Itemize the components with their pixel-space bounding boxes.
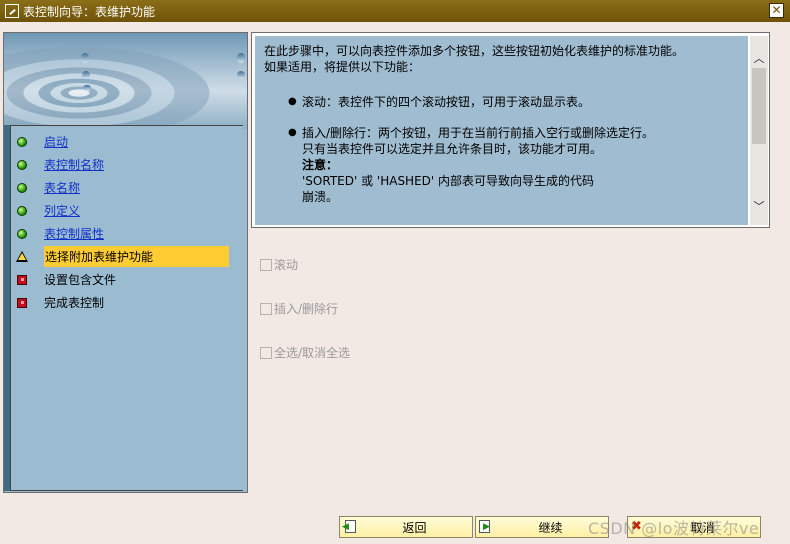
bullet-icon: ●: [288, 127, 297, 138]
step-table-control-name[interactable]: 表控制名称: [11, 153, 243, 176]
checkbox-label: 滚动: [274, 258, 299, 272]
water-drop-image: [4, 33, 247, 129]
note-text: 'SORTED' 或 'HASHED' 内部表可导致向导生成的代码: [302, 174, 595, 188]
step-table-name[interactable]: 表名称: [11, 176, 243, 199]
checkbox-label: 全选/取消全选: [274, 346, 351, 360]
back-arrow-icon: [342, 520, 357, 534]
step-label: 选择附加表维护功能: [44, 246, 229, 267]
note-label: 注意：: [302, 158, 339, 172]
window-title: 表控制向导：表维护功能: [23, 4, 156, 19]
step-done-icon: [15, 158, 29, 172]
close-button[interactable]: ✕: [769, 3, 784, 18]
bullet-text: 滚动：表控件下的四个滚动按钮，可用于滚动显示表。: [302, 95, 591, 109]
insert-delete-checkbox[interactable]: [260, 302, 272, 315]
bullet-insert-delete: ● 插入/删除行：两个按钮，用于在当前行前插入空行或删除选定行。 只有当表控件可…: [264, 125, 739, 205]
button-label: 返回: [402, 520, 427, 535]
step-done-icon: [15, 227, 29, 241]
water-drop-4: [237, 53, 245, 63]
note-text: 崩溃。: [302, 190, 339, 204]
description-text: 在此步骤中，可以向表控件添加多个按钮，这些按钮初始化表维护的标准功能。 如果适用…: [255, 36, 748, 225]
checkbox-label: 插入/删除行: [274, 302, 339, 316]
step-table-control-attributes[interactable]: 表控制属性: [11, 222, 243, 245]
bullet-icon: ●: [288, 96, 297, 107]
steps-list: 启动 表控制名称 表名称 列定义 表控制属性 选择附加表维护功能 设置包含文件: [10, 125, 243, 491]
forward-arrow-icon: [479, 520, 493, 534]
step-label[interactable]: 启动: [44, 133, 68, 150]
scroll-thumb[interactable]: [752, 68, 766, 144]
intro-text: 如果适用，将提供以下功能：: [264, 60, 421, 74]
step-label: 设置包含文件: [44, 273, 117, 287]
scroll-down-icon[interactable]: ﹀: [750, 198, 768, 216]
scroll-checkbox[interactable]: [260, 258, 272, 271]
scroll-up-icon[interactable]: ︿: [750, 50, 768, 68]
step-start[interactable]: 启动: [11, 130, 243, 153]
step-finish: 完成表控制: [11, 291, 243, 314]
step-label[interactable]: 表控制名称: [44, 156, 104, 173]
bullet-scroll: ● 滚动：表控件下的四个滚动按钮，可用于滚动显示表。: [264, 94, 739, 110]
step-label: 完成表控制: [44, 296, 105, 310]
step-pending-icon: [15, 296, 29, 310]
step-done-icon: [15, 204, 29, 218]
water-drop-5: [237, 71, 245, 79]
step-done-icon: [15, 181, 29, 195]
warning-triangle-icon: [15, 250, 29, 264]
edit-icon: [5, 4, 19, 18]
step-additional-functions: 选择附加表维护功能: [11, 245, 243, 268]
bullet-text: 只有当表控件可以选定并且允许条目时，该功能才可用。: [302, 142, 603, 156]
water-drop-2: [82, 71, 90, 79]
watermark: CSDN @lo波特莱尔ve: [588, 519, 760, 538]
scroll-option[interactable]: 滚动: [260, 256, 298, 273]
step-label[interactable]: 表名称: [44, 179, 80, 196]
description-panel: 在此步骤中，可以向表控件添加多个按钮，这些按钮初始化表维护的标准功能。 如果适用…: [251, 32, 770, 228]
description-scrollbar[interactable]: ︿ ﹀: [750, 36, 768, 225]
step-done-icon: [15, 135, 29, 149]
title-bar: 表控制向导：表维护功能 ✕: [0, 0, 790, 22]
select-all-option[interactable]: 全选/取消全选: [260, 344, 350, 361]
wizard-steps-panel: 启动 表控制名称 表名称 列定义 表控制属性 选择附加表维护功能 设置包含文件: [3, 32, 248, 493]
step-pending-icon: [15, 273, 29, 287]
insert-delete-option[interactable]: 插入/删除行: [260, 300, 338, 317]
water-drop-1: [81, 53, 89, 63]
step-label[interactable]: 列定义: [44, 202, 80, 219]
select-all-checkbox[interactable]: [260, 346, 272, 359]
step-include-files: 设置包含文件: [11, 268, 243, 291]
intro-text: 在此步骤中，可以向表控件添加多个按钮，这些按钮初始化表维护的标准功能。: [264, 44, 685, 58]
step-column-definition[interactable]: 列定义: [11, 199, 243, 222]
water-drop-3: [83, 85, 91, 91]
step-label[interactable]: 表控制属性: [44, 225, 104, 242]
bullet-text: 插入/删除行：两个按钮，用于在当前行前插入空行或删除选定行。: [302, 126, 655, 140]
back-button[interactable]: 返回: [339, 516, 473, 538]
